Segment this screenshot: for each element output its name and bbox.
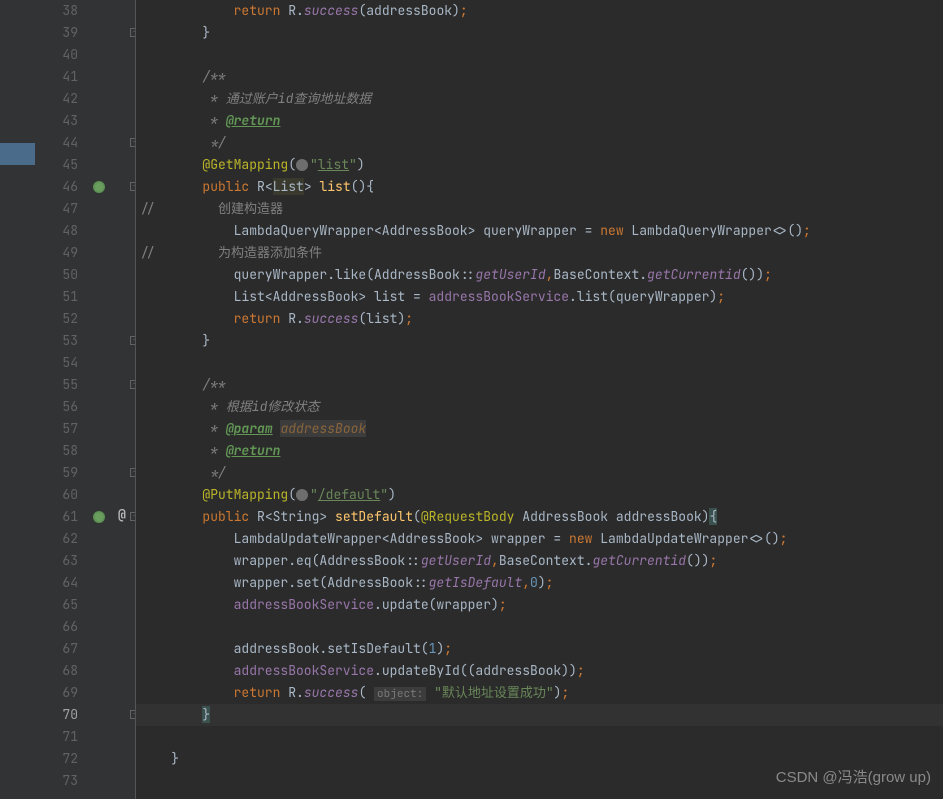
line-number[interactable]: 49 — [35, 242, 78, 264]
code-line[interactable]: LambdaUpdateWrapper<AddressBook> wrapper… — [136, 528, 943, 550]
code-line[interactable]: */ — [136, 462, 943, 484]
code-line[interactable]: * 根据id修改状态 — [136, 396, 943, 418]
code-line[interactable]: * @return — [136, 110, 943, 132]
code-line[interactable]: wrapper.eq(AddressBook::getUserId,BaseCo… — [136, 550, 943, 572]
code-line[interactable]: LambdaQueryWrapper<AddressBook> queryWra… — [136, 220, 943, 242]
icon-gutter[interactable]: −−−−−−@−− — [90, 0, 135, 799]
line-number[interactable]: 45 — [35, 154, 78, 176]
code-line[interactable]: */ — [136, 132, 943, 154]
line-number[interactable]: 63 — [35, 550, 78, 572]
line-number[interactable]: 39 — [35, 22, 78, 44]
left-sidebar-strip — [0, 0, 35, 799]
code-line[interactable]: return R.success(list); — [136, 308, 943, 330]
line-number[interactable]: 64 — [35, 572, 78, 594]
line-number[interactable]: 67 — [35, 638, 78, 660]
code-line[interactable]: } — [136, 22, 943, 44]
endpoint-icon[interactable] — [93, 181, 105, 193]
code-line[interactable]: /** — [136, 374, 943, 396]
code-line[interactable]: addressBookService.updateById((addressBo… — [136, 660, 943, 682]
line-number[interactable]: 57 — [35, 418, 78, 440]
code-line[interactable]: return R.success( object: "默认地址设置成功"); — [136, 682, 943, 704]
line-number[interactable]: 71 — [35, 726, 78, 748]
line-number[interactable]: 44 — [35, 132, 78, 154]
code-line[interactable]: // 为构造器添加条件 — [136, 242, 943, 264]
code-line[interactable]: @GetMapping("list") — [136, 154, 943, 176]
line-number[interactable]: 59 — [35, 462, 78, 484]
line-number[interactable]: 54 — [35, 352, 78, 374]
code-line[interactable]: public R<List> list(){ — [136, 176, 943, 198]
line-number[interactable]: 42 — [35, 88, 78, 110]
line-number[interactable]: 48 — [35, 220, 78, 242]
code-line[interactable]: /** — [136, 66, 943, 88]
code-line[interactable]: public R<String> setDefault(@RequestBody… — [136, 506, 943, 528]
code-line[interactable] — [136, 44, 943, 66]
url-mapping-icon — [296, 159, 308, 171]
line-number[interactable]: 62 — [35, 528, 78, 550]
code-line[interactable] — [136, 616, 943, 638]
code-line[interactable]: } — [136, 330, 943, 352]
code-line[interactable]: wrapper.set(AddressBook::getIsDefault,0)… — [136, 572, 943, 594]
code-line[interactable]: addressBookService.update(wrapper); — [136, 594, 943, 616]
code-line[interactable]: // 创建构造器 — [136, 198, 943, 220]
url-mapping-icon — [296, 489, 308, 501]
line-number[interactable]: 52 — [35, 308, 78, 330]
line-number[interactable]: 69 — [35, 682, 78, 704]
line-number[interactable]: 41 — [35, 66, 78, 88]
line-number[interactable]: 70 — [35, 704, 78, 726]
line-number[interactable]: 47 — [35, 198, 78, 220]
code-line[interactable]: List<AddressBook> list = addressBookServ… — [136, 286, 943, 308]
code-line[interactable]: return R.success(addressBook); — [136, 0, 943, 22]
code-editor: 3839404142434445464748495051525354555657… — [0, 0, 943, 799]
change-marker — [0, 143, 35, 165]
line-number[interactable]: 72 — [35, 748, 78, 770]
line-number[interactable]: 53 — [35, 330, 78, 352]
line-number[interactable]: 61 — [35, 506, 78, 528]
line-number[interactable]: 38 — [35, 0, 78, 22]
code-line[interactable]: * 通过账户id查询地址数据 — [136, 88, 943, 110]
line-number[interactable]: 46 — [35, 176, 78, 198]
recursive-call-icon[interactable]: @ — [118, 506, 126, 523]
line-number[interactable]: 50 — [35, 264, 78, 286]
code-content[interactable]: return R.success(addressBook); } /** * 通… — [135, 0, 943, 799]
line-number[interactable]: 60 — [35, 484, 78, 506]
line-number[interactable]: 40 — [35, 44, 78, 66]
line-number[interactable]: 58 — [35, 440, 78, 462]
code-line[interactable]: * @param addressBook — [136, 418, 943, 440]
code-line[interactable]: addressBook.setIsDefault(1); — [136, 638, 943, 660]
code-line[interactable]: queryWrapper.like(AddressBook::getUserId… — [136, 264, 943, 286]
line-number[interactable]: 56 — [35, 396, 78, 418]
code-line[interactable]: @PutMapping("/default") — [136, 484, 943, 506]
line-number-gutter[interactable]: 3839404142434445464748495051525354555657… — [35, 0, 90, 799]
line-number[interactable]: 73 — [35, 770, 78, 792]
line-number[interactable]: 66 — [35, 616, 78, 638]
code-line[interactable]: * @return — [136, 440, 943, 462]
code-line[interactable] — [136, 352, 943, 374]
line-number[interactable]: 55 — [35, 374, 78, 396]
line-number[interactable]: 43 — [35, 110, 78, 132]
code-line[interactable] — [136, 726, 943, 748]
line-number[interactable]: 51 — [35, 286, 78, 308]
csdn-watermark: CSDN @冯浩(grow up) — [776, 766, 931, 787]
line-number[interactable]: 68 — [35, 660, 78, 682]
code-line[interactable]: } — [136, 704, 943, 726]
line-number[interactable]: 65 — [35, 594, 78, 616]
endpoint-icon[interactable] — [93, 511, 105, 523]
